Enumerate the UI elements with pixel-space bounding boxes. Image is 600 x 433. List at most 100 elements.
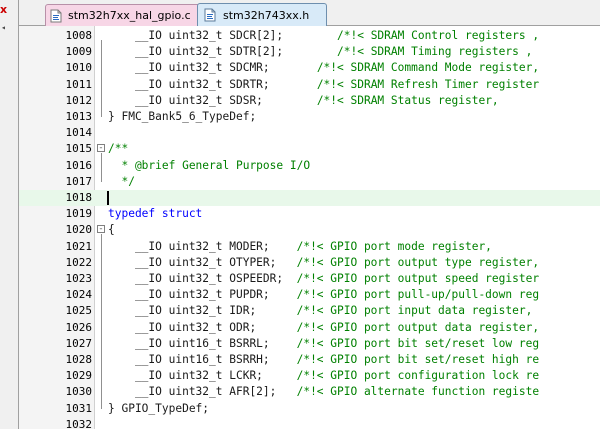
code-tokens: __IO uint32_t OSPEEDR; [108, 272, 297, 285]
code-comment: /*!< GPIO port bit set/reset high re [296, 353, 540, 366]
code-line[interactable]: 1013 } FMC_Bank5_6_TypeDef; [19, 109, 600, 125]
line-number: 1011 [65, 77, 93, 91]
line-number: 1029 [65, 369, 93, 383]
code-line[interactable]: 1008 __IO uint32_t SDCR[2]; /*!< SDRAM C… [19, 28, 600, 44]
code-text: __IO uint32_t AFR[2]; /*!< GPIO alternat… [108, 384, 539, 400]
fold-toggle-icon[interactable]: - [97, 225, 105, 234]
code-line[interactable]: 1028 __IO uint16_t BSRRH; /*!< GPIO port… [19, 352, 600, 368]
code-line[interactable]: 1012 __IO uint32_t SDSR; /*!< SDRAM Stat… [19, 93, 600, 109]
line-number: 1018 [65, 191, 93, 204]
code-text: __IO uint32_t OSPEEDR; /*!< GPIO port ou… [108, 271, 539, 287]
code-tokens: __IO uint32_t PUPDR; [108, 288, 297, 302]
code-line[interactable]: 1009 __IO uint32_t SDTR[2]; /*!< SDRAM T… [19, 44, 600, 60]
code-line[interactable]: 1018 [19, 190, 600, 206]
code-tokens: __IO uint16_t BSRRH; [108, 353, 297, 366]
code-tokens: __IO uint32_t OTYPER; [108, 255, 297, 269]
code-tokens: __IO uint32_t SDSR; [108, 93, 317, 107]
code-text: __IO uint32_t MODER; /*!< GPIO port mode… [108, 239, 492, 255]
line-number: 1012 [65, 93, 93, 107]
code-comment: /*!< SDRAM Timing registers , [337, 45, 533, 59]
code-tokens: __IO uint32_t SDRTR; [108, 77, 317, 91]
header-file-icon [204, 8, 216, 22]
code-text: */ [108, 174, 135, 190]
code-comment: /*!< GPIO port configuration lock re [296, 369, 540, 383]
code-tokens: __IO uint32_t IDR; [108, 304, 297, 318]
code-text: * @brief General Purpose I/O [108, 158, 310, 174]
code-line[interactable]: 1022 __IO uint32_t OTYPER; /*!< GPIO por… [19, 255, 600, 271]
editor-tab-bar: stm32h7xx_hal_gpio.c stm32h743xx.h [19, 0, 600, 27]
tab-label: stm32h7xx_hal_gpio.c [68, 9, 191, 22]
code-line[interactable]: 1030 __IO uint32_t AFR[2]; /*!< GPIO alt… [19, 384, 600, 400]
code-tokens: __IO uint32_t MODER; [108, 239, 297, 253]
c-file-icon [50, 9, 62, 23]
code-tokens: __IO uint32_t LCKR; [108, 369, 297, 383]
code-editor[interactable]: 1008 __IO uint32_t SDCR[2]; /*!< SDRAM C… [19, 26, 600, 431]
code-line[interactable]: 1026 __IO uint32_t ODR; /*!< GPIO port o… [19, 320, 600, 336]
code-text: __IO uint32_t SDCR[2]; /*!< SDRAM Contro… [108, 28, 539, 44]
code-text: } GPIO_TypeDef; [108, 401, 209, 417]
line-number: 1021 [65, 239, 93, 253]
code-text: __IO uint32_t SDCMR; /*!< SDRAM Command … [108, 60, 539, 76]
code-line[interactable]: 1011 __IO uint32_t SDRTR; /*!< SDRAM Ref… [19, 77, 600, 93]
code-line[interactable]: 1025 __IO uint32_t IDR; /*!< GPIO port i… [19, 303, 600, 319]
code-text: typedef struct [108, 206, 202, 222]
line-number: 1032 [65, 417, 93, 431]
tab-label: stm32h743xx.h [223, 8, 310, 22]
line-number: 1017 [65, 174, 93, 188]
line-number: 1024 [65, 288, 93, 302]
code-comment: /*!< SDRAM Command Mode register, [316, 61, 540, 75]
code-line[interactable]: 1021 __IO uint32_t MODER; /*!< GPIO port… [19, 239, 600, 255]
code-line[interactable]: 1010 __IO uint32_t SDCMR; /*!< SDRAM Com… [19, 60, 600, 76]
tab-stm32h743xx-h[interactable]: stm32h743xx.h [197, 3, 327, 27]
code-tokens: __IO uint32_t SDCMR; [108, 61, 317, 75]
code-comment: /*!< GPIO port input data register, [296, 304, 533, 318]
code-tokens: __IO uint16_t BSRRL; [108, 336, 297, 350]
code-line[interactable]: 1014 [19, 125, 600, 141]
code-text: /** [108, 141, 128, 157]
code-tokens: { [108, 223, 115, 237]
code-comment: */ [108, 174, 135, 188]
code-line[interactable]: 1032 [19, 417, 600, 433]
line-number: 1014 [65, 126, 93, 140]
line-number: 1013 [65, 110, 93, 123]
code-tokens: __IO uint32_t ODR; [108, 320, 297, 334]
code-line[interactable]: 1029 __IO uint32_t LCKR; /*!< GPIO port … [19, 368, 600, 384]
code-comment: /*!< GPIO port output type register, [296, 255, 540, 269]
code-line[interactable]: 1016 * @brief General Purpose I/O [19, 158, 600, 174]
fold-guide-line [101, 40, 102, 117]
code-comment: /*!< GPIO port pull-up/pull-down reg [296, 288, 540, 302]
collapse-arrow-icon[interactable]: ◂ [1, 24, 9, 32]
line-number: 1023 [65, 272, 93, 285]
code-comment: /*!< GPIO port mode register, [296, 239, 492, 253]
code-line[interactable]: 1027 __IO uint16_t BSRRL; /*!< GPIO port… [19, 336, 600, 352]
line-number: 1016 [65, 158, 93, 172]
code-comment: /*!< GPIO port output data register, [296, 320, 540, 334]
line-number: 1027 [65, 336, 93, 350]
code-line[interactable]: 1020-{ [19, 222, 600, 238]
code-text: __IO uint32_t SDRTR; /*!< SDRAM Refresh … [108, 77, 539, 93]
code-text: } FMC_Bank5_6_TypeDef; [108, 109, 256, 125]
code-line[interactable]: 1015-/** [19, 141, 600, 157]
line-number: 1026 [65, 320, 93, 334]
line-number: 1009 [65, 45, 93, 59]
code-comment: /** [108, 142, 129, 156]
code-text: __IO uint32_t IDR; /*!< GPIO port input … [108, 303, 532, 319]
code-text: __IO uint32_t SDSR; /*!< SDRAM Status re… [108, 93, 499, 109]
code-line[interactable]: 1019 typedef struct [19, 206, 600, 222]
fold-guide-line [101, 153, 102, 182]
keyword-text: typedef struct [108, 207, 203, 221]
code-line[interactable]: 1024 __IO uint32_t PUPDR; /*!< GPIO port… [19, 287, 600, 303]
code-line[interactable]: 1031} GPIO_TypeDef; [19, 401, 600, 417]
tab-stm32h7xx-hal-gpio-c[interactable]: stm32h7xx_hal_gpio.c [45, 4, 201, 26]
code-comment: /*!< GPIO alternate function registe [296, 385, 540, 399]
code-line[interactable]: 1023 __IO uint32_t OSPEEDR; /*!< GPIO po… [19, 271, 600, 287]
fold-toggle-icon[interactable]: - [97, 144, 105, 153]
code-comment: /*!< SDRAM Control registers , [337, 29, 540, 42]
code-line[interactable]: 1017 */ [19, 174, 600, 190]
close-icon[interactable]: x [0, 4, 9, 16]
code-comment: /*!< GPIO port output speed register [296, 272, 540, 285]
line-number: 1022 [65, 255, 93, 269]
code-tokens: __IO uint32_t SDTR[2]; [108, 45, 338, 59]
line-number: 1025 [65, 304, 93, 318]
fold-guide-line [101, 234, 102, 409]
